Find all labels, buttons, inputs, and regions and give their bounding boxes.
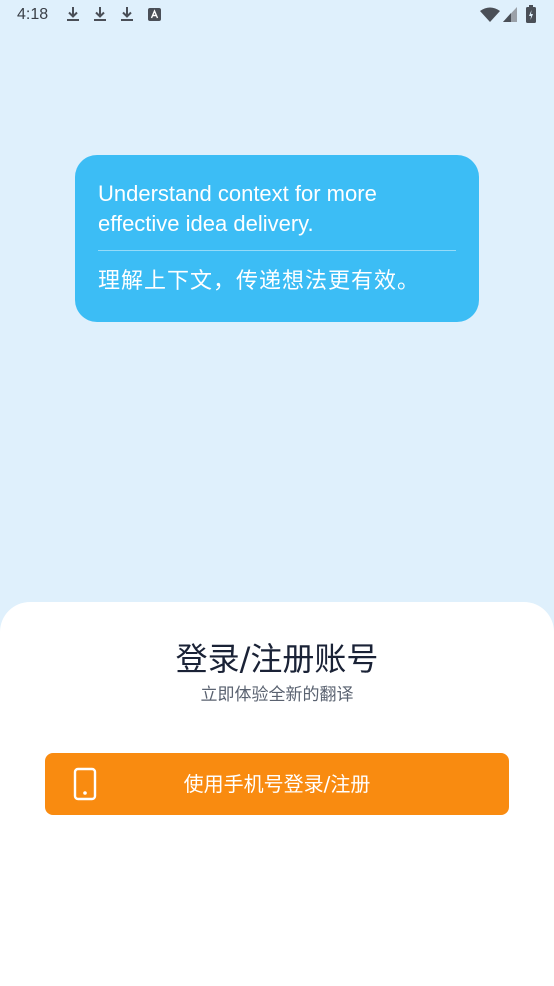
battery-icon (526, 5, 536, 23)
wifi-icon (480, 7, 500, 22)
bubble-chinese-text: 理解上下文，传递想法更有效。 (98, 269, 421, 294)
bubble-divider (98, 250, 456, 251)
sheet-subtitle: 立即体验全新的翻译 (200, 685, 354, 705)
download-icon (67, 7, 79, 21)
keyboard-a-icon (148, 8, 161, 21)
status-time: 4:18 (17, 6, 49, 23)
app-screen: 4:18 Understand context for more effecti… (0, 0, 554, 986)
bubble-english-text: Understand context for more effective id… (98, 181, 377, 236)
download-icon (121, 7, 133, 21)
download-icon (94, 7, 106, 21)
login-sheet: 登录/注册账号 立即体验全新的翻译 使用手机号登录/注册 (0, 602, 554, 986)
status-bar: 4:18 (0, 0, 554, 30)
phone-login-button[interactable]: 使用手机号登录/注册 (45, 753, 509, 815)
translation-bubble: Understand context for more effective id… (75, 155, 479, 322)
sheet-title: 登录/注册账号 (175, 640, 379, 678)
phone-login-label: 使用手机号登录/注册 (183, 772, 371, 796)
signal-icon (503, 7, 517, 22)
